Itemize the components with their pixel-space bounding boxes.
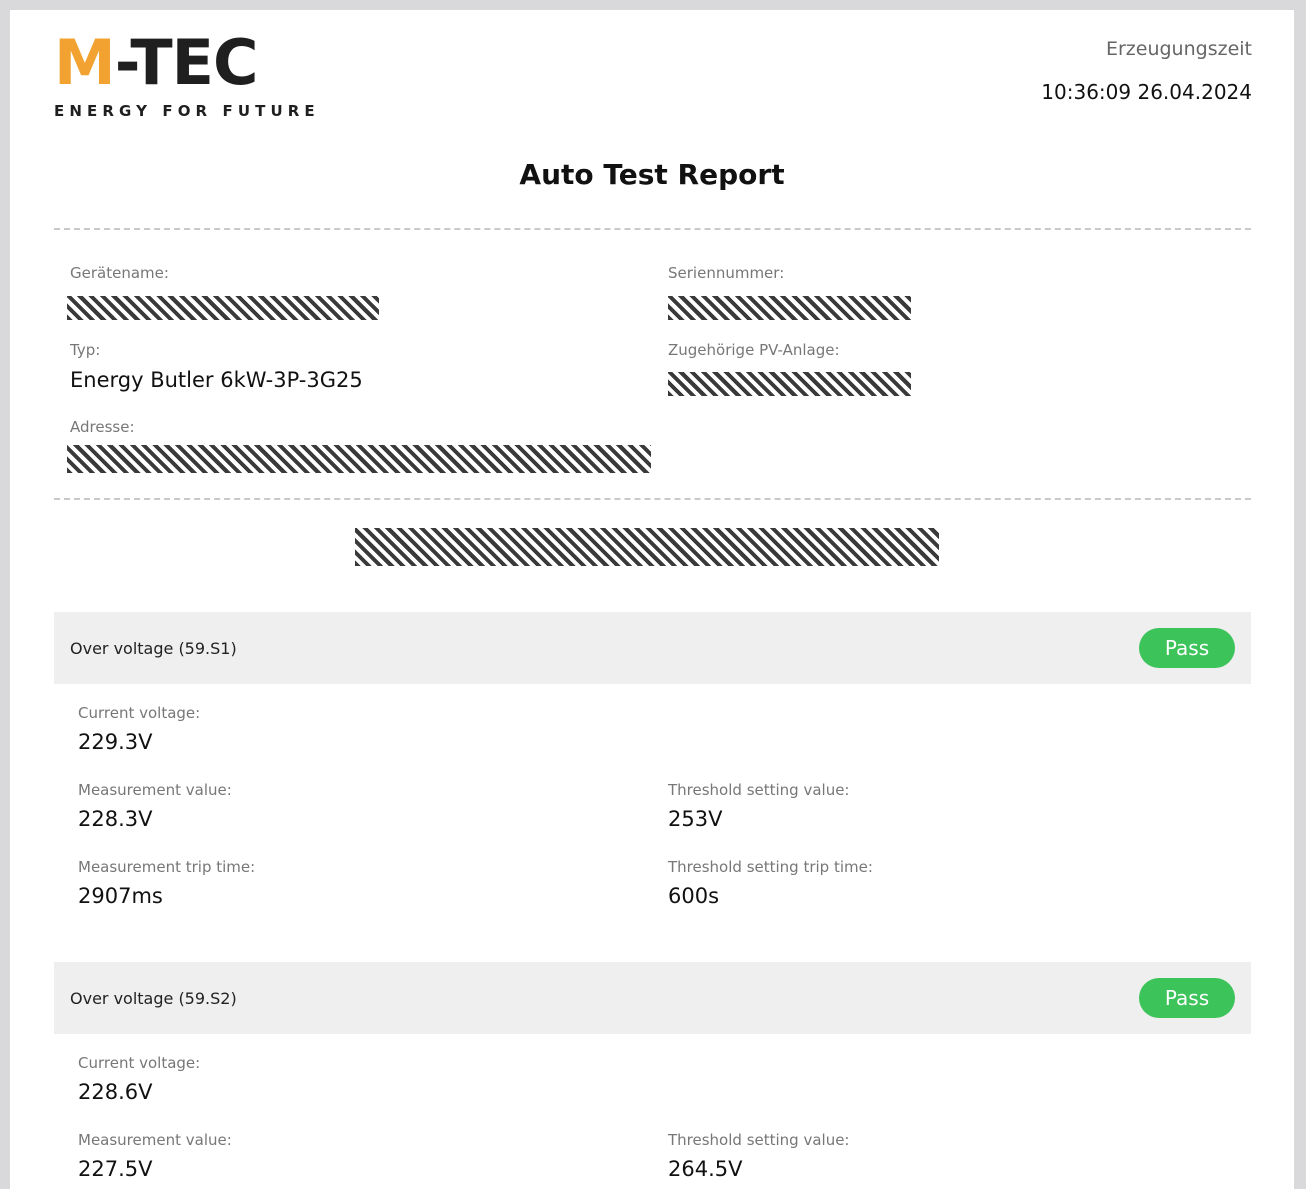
measurement-value: 228.3V: [78, 807, 153, 831]
section-heading-redacted: [355, 528, 939, 566]
address-redacted: [67, 445, 651, 473]
serial-number-label: Seriennummer:: [668, 264, 785, 282]
test-name: Over voltage (59.S1): [70, 639, 237, 658]
logo-tagline: ENERGY FOR FUTURE: [54, 102, 320, 120]
type-value: Energy Butler 6kW-3P-3G25: [70, 368, 363, 392]
threshold-value-label: Threshold setting value:: [668, 781, 850, 799]
pv-system-redacted: [668, 372, 911, 396]
device-name-label: Gerätename:: [70, 264, 169, 282]
test-name: Over voltage (59.S2): [70, 989, 237, 1008]
current-voltage-label: Current voltage:: [78, 704, 201, 722]
report-title: Auto Test Report: [519, 158, 785, 191]
divider: [54, 498, 1251, 500]
test-header-59-s1: Over voltage (59.S1) Pass: [54, 612, 1251, 684]
measurement-value: 227.5V: [78, 1157, 153, 1181]
current-voltage-value: 228.6V: [78, 1080, 153, 1104]
address-label: Adresse:: [70, 418, 135, 436]
pv-system-label: Zugehörige PV-Anlage:: [668, 341, 840, 359]
pass-badge: Pass: [1139, 978, 1235, 1018]
measurement-value-label: Measurement value:: [78, 781, 232, 799]
measurement-trip-time-label: Measurement trip time:: [78, 858, 256, 876]
type-label: Typ:: [70, 341, 101, 359]
device-name-redacted: [67, 296, 379, 320]
report-page: M-TEC ENERGY FOR FUTURE Erzeugungszeit 1…: [10, 10, 1294, 1189]
measurement-value-label: Measurement value:: [78, 1131, 232, 1149]
current-voltage-label: Current voltage:: [78, 1054, 201, 1072]
threshold-value: 253V: [668, 807, 723, 831]
logo-wordmark: M-TEC: [54, 26, 259, 99]
logo-m: M: [54, 26, 116, 99]
divider: [54, 228, 1251, 230]
threshold-value: 264.5V: [668, 1157, 743, 1181]
current-voltage-value: 229.3V: [78, 730, 153, 754]
generation-time-label: Erzeugungszeit: [1105, 38, 1252, 60]
threshold-value-label: Threshold setting value:: [668, 1131, 850, 1149]
serial-number-redacted: [668, 296, 911, 320]
m-tec-logo: M-TEC ENERGY FOR FUTURE: [54, 28, 354, 126]
test-header-59-s2: Over voltage (59.S2) Pass: [54, 962, 1251, 1034]
threshold-trip-time-value: 600s: [668, 884, 720, 908]
logo-tec: -TEC: [114, 26, 259, 99]
threshold-trip-time-label: Threshold setting trip time:: [668, 858, 873, 876]
measurement-trip-time-value: 2907ms: [78, 884, 163, 908]
generation-time-value: 10:36:09 26.04.2024: [1041, 80, 1252, 104]
pass-badge: Pass: [1139, 628, 1235, 668]
